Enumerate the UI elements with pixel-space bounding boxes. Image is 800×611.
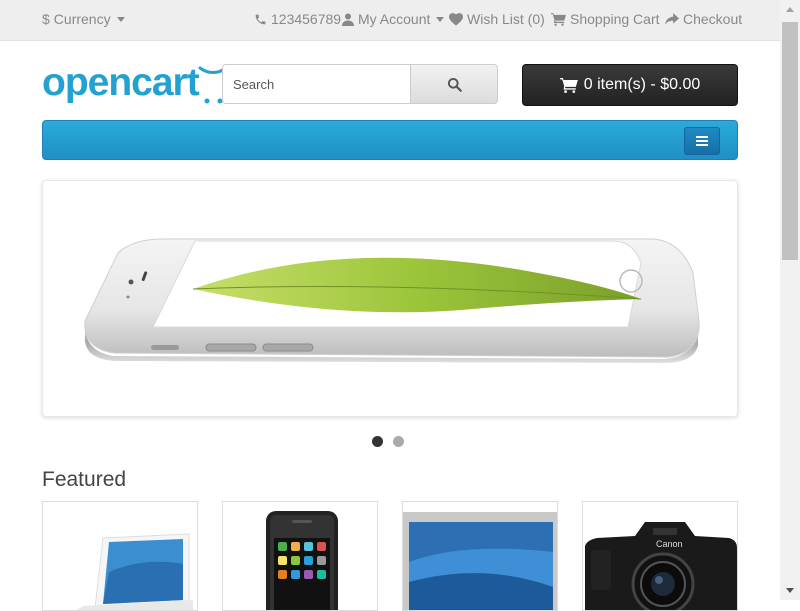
- user-icon: [342, 13, 354, 26]
- page-scrollbar[interactable]: [780, 0, 800, 600]
- cart-total: 0 item(s) - $0.00: [583, 76, 701, 93]
- shopping-cart-label: Shopping Cart: [570, 11, 660, 27]
- smartphone-image: [266, 511, 338, 610]
- my-account-dropdown[interactable]: My Account: [342, 11, 445, 27]
- phone-link[interactable]: 123456789: [254, 11, 341, 27]
- currency-dropdown[interactable]: $ Currency: [42, 11, 125, 27]
- phone-number: 123456789: [271, 11, 342, 27]
- share-icon: [665, 13, 679, 25]
- currency-label: Currency: [53, 11, 111, 27]
- search-button[interactable]: [411, 64, 498, 104]
- currency-symbol: $: [42, 11, 50, 27]
- product-card[interactable]: [42, 501, 198, 611]
- checkout-label: Checkout: [683, 11, 743, 27]
- featured-heading: Featured: [42, 468, 127, 491]
- search-icon: [447, 77, 462, 92]
- scroll-up-icon[interactable]: [786, 7, 794, 12]
- slide-dot-2[interactable]: [393, 436, 404, 447]
- logo-text: opencart: [42, 61, 200, 104]
- my-account-label: My Account: [358, 11, 431, 27]
- shopping-cart-icon: [559, 77, 578, 93]
- slide-dot-1[interactable]: [372, 436, 383, 447]
- chevron-down-icon: [436, 16, 445, 22]
- iphone-banner-image: [84, 238, 700, 363]
- shopping-cart-icon: [551, 12, 566, 26]
- cart-button[interactable]: 0 item(s) - $0.00: [522, 64, 738, 106]
- search-bar: [222, 64, 498, 104]
- phone-icon: [255, 14, 266, 24]
- wishlist-label: Wish List (0): [467, 11, 545, 27]
- category-navbar: [42, 120, 738, 160]
- menu-toggle-button[interactable]: [684, 127, 720, 155]
- laptop-white-image: [76, 533, 193, 610]
- svg-text:Canon: Canon: [656, 539, 683, 549]
- shopping-cart-link[interactable]: Shopping Cart: [551, 11, 660, 27]
- top-bar: $ Currency 123456789 My Account Wish Lis…: [0, 0, 780, 41]
- chevron-down-icon: [116, 16, 125, 22]
- dslr-camera-image: Canon: [585, 522, 737, 610]
- hamburger-icon: [696, 136, 708, 138]
- product-card[interactable]: Canon: [582, 501, 738, 611]
- product-card[interactable]: [222, 501, 378, 611]
- product-card[interactable]: [402, 501, 558, 611]
- search-input[interactable]: [222, 64, 411, 104]
- heart-icon: [449, 12, 463, 26]
- scrollbar-thumb[interactable]: [782, 22, 798, 260]
- slideshow-pagination: [372, 436, 404, 447]
- logo[interactable]: opencart: [42, 58, 228, 108]
- wishlist-link[interactable]: Wish List (0): [449, 11, 545, 27]
- checkout-link[interactable]: Checkout: [665, 11, 742, 27]
- slideshow[interactable]: [42, 180, 738, 417]
- laptop-silver-image: [403, 512, 557, 610]
- scroll-down-icon[interactable]: [786, 588, 794, 593]
